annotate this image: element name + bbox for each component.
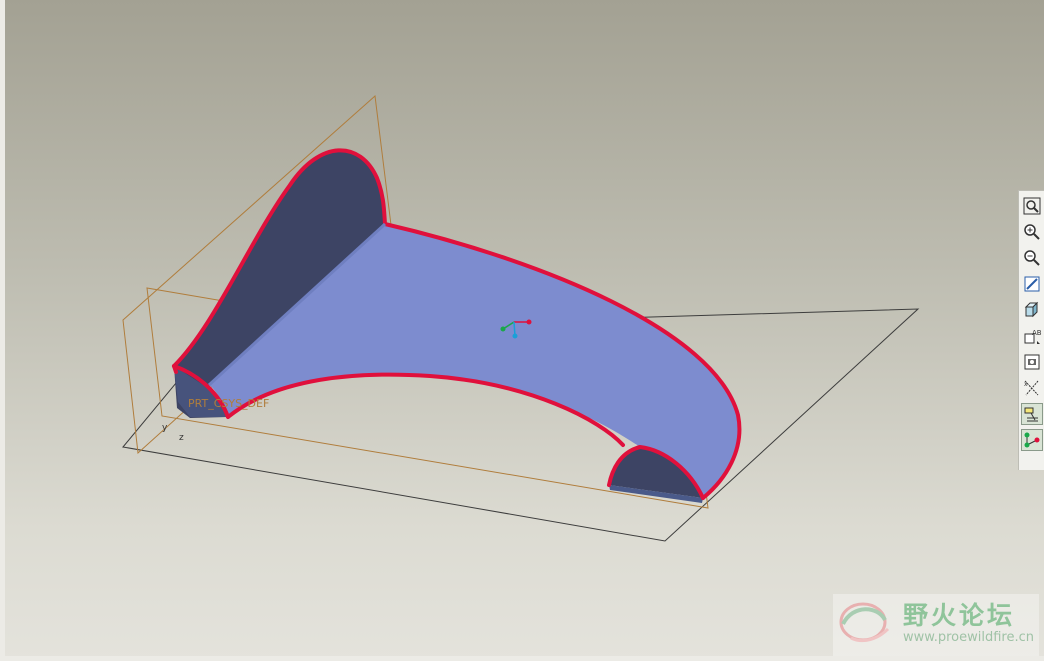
view-toolbar: AB x xyxy=(1018,190,1044,470)
graphics-window[interactable]: PRT_CSYS_DEF y z xyxy=(0,0,1044,661)
refit-icon xyxy=(1023,197,1041,215)
display-style-button[interactable] xyxy=(1021,299,1043,321)
repaint-button[interactable] xyxy=(1021,273,1043,295)
window-frame-bottom xyxy=(0,656,1044,661)
window-frame-left xyxy=(0,0,5,661)
datum-points-button[interactable] xyxy=(1021,403,1043,425)
saved-views-icon: AB xyxy=(1024,329,1042,344)
shaded-cube-icon xyxy=(1024,301,1039,318)
refit-button[interactable] xyxy=(1021,195,1043,217)
csys-icon xyxy=(1024,432,1040,448)
watermark-title: 野火论坛 xyxy=(903,601,1016,630)
datum-points-icon xyxy=(1024,407,1038,422)
datum-axes-button[interactable]: x xyxy=(1021,377,1043,399)
saved-views-button[interactable]: AB xyxy=(1021,325,1043,347)
forum-watermark: 野火论坛 www.proewildfire.cn xyxy=(833,594,1039,656)
csys-label[interactable]: PRT_CSYS_DEF xyxy=(188,397,269,410)
forum-logo-icon xyxy=(839,602,890,643)
layers-button[interactable] xyxy=(1021,351,1043,373)
axis-label-z: z xyxy=(179,433,184,443)
zoom-out-button[interactable] xyxy=(1021,247,1043,269)
csys-display-button[interactable] xyxy=(1021,429,1043,451)
datum-axes-icon: x xyxy=(1024,380,1039,396)
zoom-in-button[interactable] xyxy=(1021,221,1043,243)
svg-text:x: x xyxy=(1024,381,1028,388)
layers-icon xyxy=(1024,354,1040,370)
model-scene[interactable]: PRT_CSYS_DEF y z xyxy=(0,0,1044,661)
zoom-in-icon xyxy=(1024,224,1040,240)
repaint-icon xyxy=(1024,276,1040,292)
zoom-out-icon xyxy=(1024,250,1040,266)
svg-text:AB: AB xyxy=(1032,329,1042,337)
watermark-url: www.proewildfire.cn xyxy=(903,630,1034,645)
axis-label-y: y xyxy=(162,423,168,433)
